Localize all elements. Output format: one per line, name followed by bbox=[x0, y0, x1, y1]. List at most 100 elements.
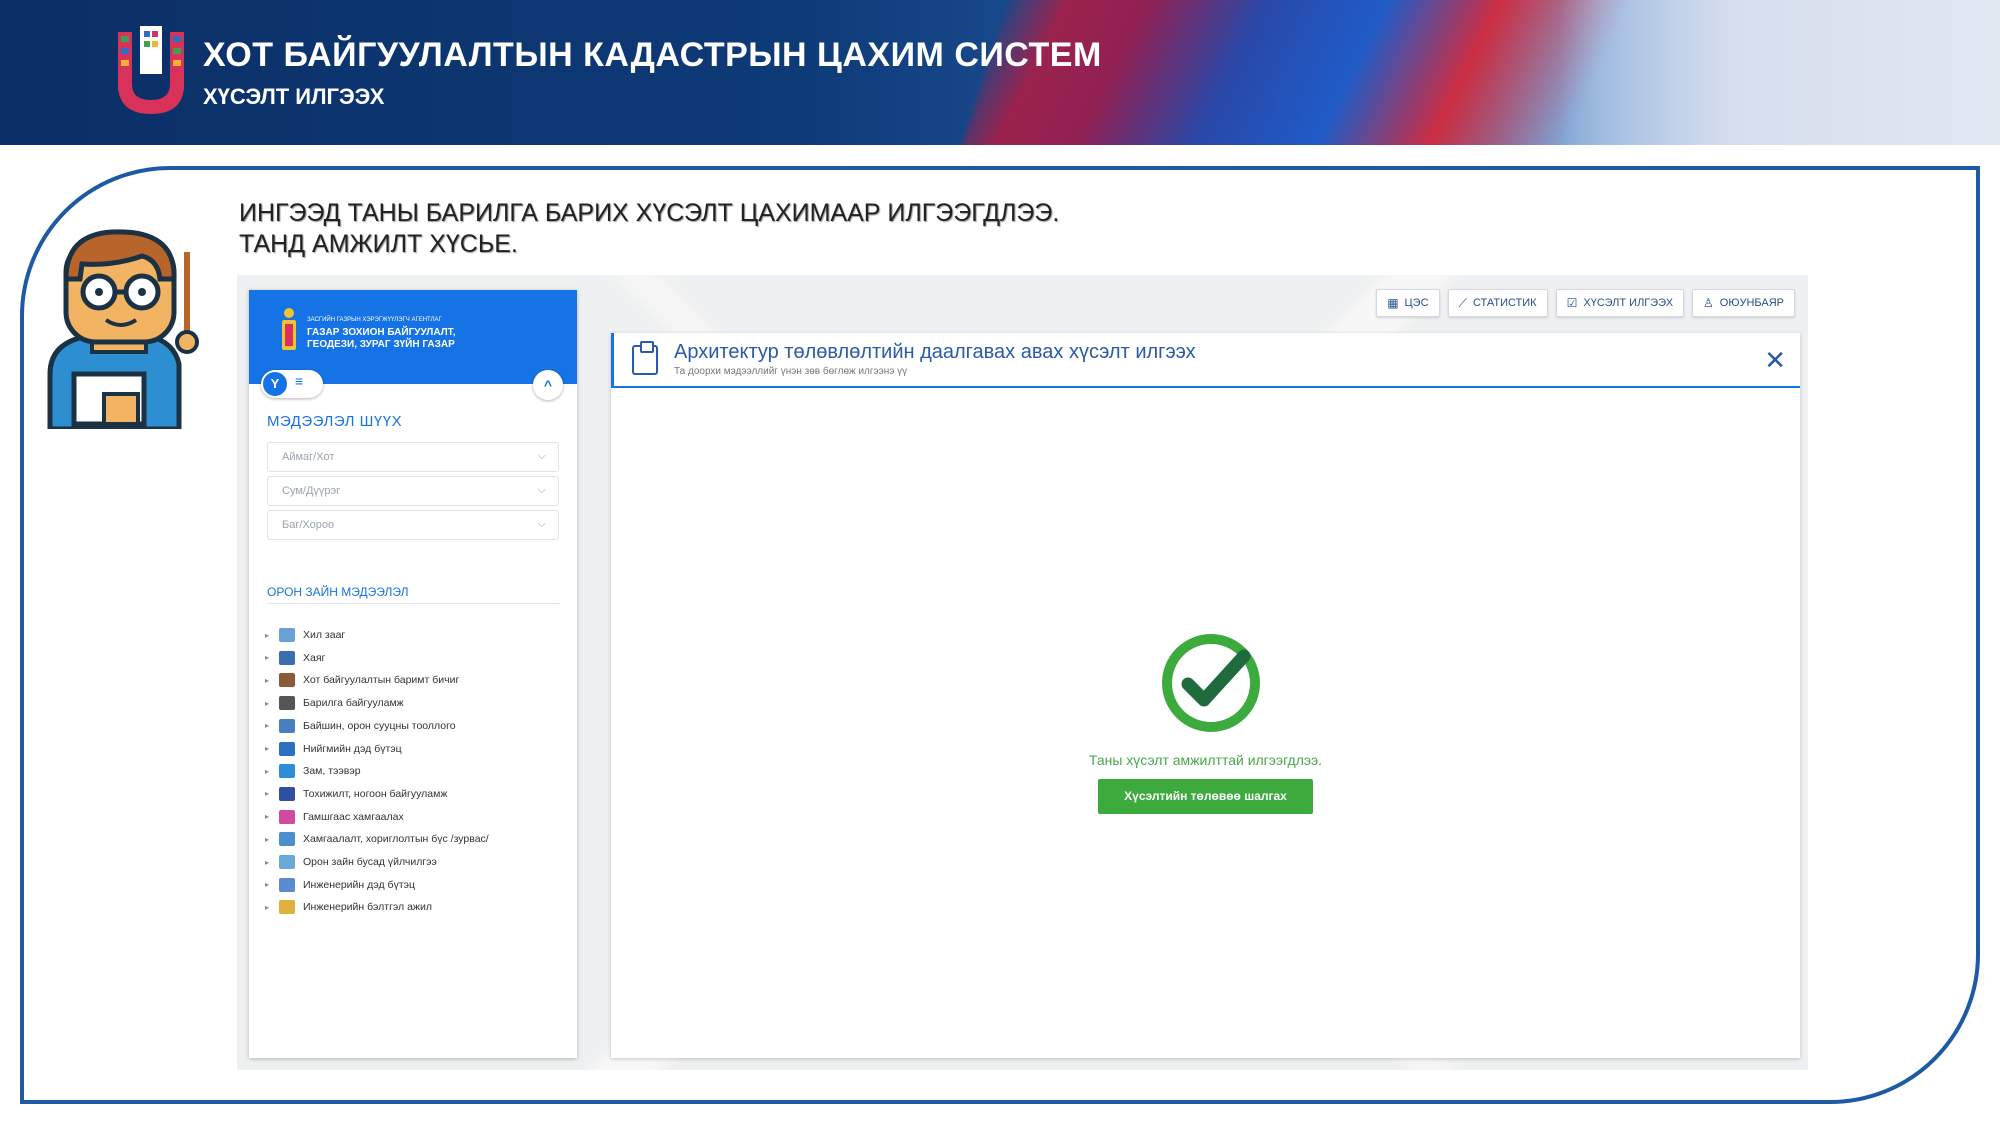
user-button-label: ОЮУНБАЯР bbox=[1719, 297, 1784, 309]
user-icon: ♙ bbox=[1703, 296, 1714, 310]
filter-section-title: МЭДЭЭЛЭЛ ШҮҮХ bbox=[267, 413, 403, 430]
layer-item[interactable]: ▸ Инженерийн дэд бүтэц bbox=[265, 875, 415, 895]
expand-arrow-icon[interactable]: ▸ bbox=[265, 699, 279, 708]
checkbox-icon: ☑ bbox=[1566, 296, 1578, 310]
province-select[interactable]: Аймаг/Хот ⌵ bbox=[267, 442, 559, 472]
layer-icon bbox=[279, 628, 295, 642]
app-screenshot: ▦ ЦЭС ⟋ СТАТИСТИК ☑ ХҮСЭЛТ ИЛГЭЭХ ♙ ОЮУН… bbox=[237, 275, 1808, 1070]
layer-label: Барилга байгууламж bbox=[303, 697, 404, 710]
send-request-button-label: ХҮСЭЛТ ИЛГЭЭХ bbox=[1583, 297, 1674, 309]
layer-label: Нийгмийн дэд бүтэц bbox=[303, 742, 402, 755]
layers-section-title: ОРОН ЗАЙН МЭДЭЭЛЭЛ bbox=[267, 585, 409, 599]
layer-icon bbox=[279, 741, 295, 756]
layer-icon bbox=[279, 855, 295, 869]
layer-item[interactable]: ▸ Байшин, орон сууцны тооллого bbox=[265, 716, 456, 736]
layer-icon bbox=[279, 718, 295, 733]
chevron-down-icon: ⌵ bbox=[537, 518, 546, 530]
expand-arrow-icon[interactable]: ▸ bbox=[265, 744, 279, 753]
layer-item[interactable]: ▸ Инженерийн бэлтгэл ажил bbox=[265, 897, 432, 917]
message-line-1: ИНГЭЭД ТАНЫ БАРИЛГА БАРИХ ХҮСЭЛТ ЦАХИМАА… bbox=[239, 199, 1060, 227]
district-select[interactable]: Сум/Дүүрэг ⌵ bbox=[267, 476, 559, 506]
teacher-icon bbox=[47, 229, 199, 429]
expand-arrow-icon[interactable]: ▸ bbox=[265, 721, 279, 730]
layer-label: Орон зайн бусад үйлчилгээ bbox=[303, 856, 437, 868]
flag-fade bbox=[1560, 0, 2000, 145]
expand-arrow-icon[interactable]: ▸ bbox=[265, 812, 279, 821]
layer-item[interactable]: ▸ Гамшгаас хамгаалах bbox=[265, 807, 404, 827]
expand-arrow-icon[interactable]: ▸ bbox=[265, 653, 279, 662]
menu-button[interactable]: ▦ ЦЭС bbox=[1376, 289, 1440, 317]
layer-label: Тохижилт, ногоон байгууламж bbox=[303, 787, 448, 800]
chart-icon: ⟋ bbox=[1458, 295, 1467, 310]
layer-icon bbox=[279, 809, 295, 824]
expand-arrow-icon[interactable]: ▸ bbox=[265, 789, 279, 798]
layer-icon bbox=[279, 673, 295, 688]
agency-label: ЗАСГИЙН ГАЗРЫН ХЭРЭГЖҮҮЛЭГЧ АГЕНТЛАГ bbox=[307, 317, 442, 323]
header-banner: ХОТ БАЙГУУЛАЛТЫН КАДАСТРЫН ЦАХИМ СИСТЕМ … bbox=[0, 0, 2000, 145]
chevron-up-icon: ^ bbox=[543, 377, 553, 393]
message-line-2: ТАНД АМЖИЛТ ХҮСЬЕ. bbox=[239, 230, 518, 258]
expand-arrow-icon[interactable]: ▸ bbox=[265, 767, 279, 776]
province-select-value: Аймаг/Хот bbox=[282, 451, 335, 463]
layer-item[interactable]: ▸ Зам, тээвэр bbox=[265, 761, 361, 781]
layer-label: Зам, тээвэр bbox=[303, 765, 361, 778]
layer-item[interactable]: ▸ Хот байгуулалтын баримт бичиг bbox=[265, 670, 459, 690]
success-message: ИНГЭЭД ТАНЫ БАРИЛГА БАРИХ ХҮСЭЛТ ЦАХИМАА… bbox=[239, 198, 1059, 260]
success-check-icon bbox=[1162, 634, 1260, 732]
list-icon[interactable]: ≡ bbox=[295, 373, 303, 389]
panel-header: Архитектур төлөвлөлтийн даалгавах авах х… bbox=[611, 333, 1800, 388]
banner-subtitle: ХҮСЭЛТ ИЛГЭЭХ bbox=[203, 84, 385, 109]
statistics-button[interactable]: ⟋ СТАТИСТИК bbox=[1447, 289, 1548, 317]
layer-item[interactable]: ▸ Орон зайн бусад үйлчилгээ bbox=[265, 852, 437, 872]
layer-icon bbox=[279, 786, 295, 801]
layer-label: Хот байгуулалтын баримт бичиг bbox=[303, 674, 460, 687]
panel-subtitle: Та доорхи мэдээллийг үнэн зөв бөглөж илг… bbox=[674, 366, 908, 377]
grid-icon: ▦ bbox=[1387, 296, 1399, 310]
layer-item[interactable]: ▸ Хамгаалалт, хориглолтын бүс /зурвас/ bbox=[265, 829, 489, 849]
sidebar: ЗАСГИЙН ГАЗРЫН ХЭРЭГЖҮҮЛЭГЧ АГЕНТЛАГ ГАЗ… bbox=[249, 290, 577, 1058]
user-button[interactable]: ♙ ОЮУНБАЯР bbox=[1692, 289, 1795, 317]
khoroo-select[interactable]: Баг/Хороо ⌵ bbox=[267, 510, 559, 540]
request-panel: Архитектур төлөвлөлтийн даалгавах авах х… bbox=[611, 333, 1800, 1058]
filter-icon[interactable]: Y bbox=[263, 372, 287, 396]
check-status-button[interactable]: Хүсэлтийн төлөвөө шалгах bbox=[1098, 779, 1313, 814]
layer-label: Инженерийн бэлтгэл ажил bbox=[303, 901, 432, 914]
layer-item[interactable]: ▸ Барилга байгууламж bbox=[265, 693, 404, 713]
send-request-button[interactable]: ☑ ХҮСЭЛТ ИЛГЭЭХ bbox=[1555, 289, 1685, 317]
layer-item[interactable]: ▸ Тохижилт, ногоон байгууламж bbox=[265, 784, 447, 804]
district-select-value: Сум/Дүүрэг bbox=[282, 485, 341, 497]
statistics-button-label: СТАТИСТИК bbox=[1472, 297, 1537, 309]
layer-label: Инженерийн дэд бүтэц bbox=[303, 878, 415, 891]
close-icon[interactable]: ✕ bbox=[1764, 345, 1786, 376]
menu-button-label: ЦЭС bbox=[1404, 297, 1429, 309]
clipboard-icon bbox=[632, 341, 658, 375]
collapse-button[interactable]: ^ bbox=[533, 370, 563, 400]
layer-item[interactable]: ▸ Нийгмийн дэд бүтэц bbox=[265, 739, 402, 759]
system-logo-icon bbox=[118, 26, 184, 114]
divider bbox=[267, 603, 559, 604]
organization-name-line-2: ГЕОДЕЗИ, ЗУРАГ ЗҮЙН ГАЗАР bbox=[307, 339, 455, 350]
layer-icon bbox=[279, 832, 295, 847]
layer-icon bbox=[279, 900, 295, 915]
sidebar-header: ЗАСГИЙН ГАЗРЫН ХЭРЭГЖҮҮЛЭГЧ АГЕНТЛАГ ГАЗ… bbox=[249, 290, 577, 400]
chevron-down-icon: ⌵ bbox=[537, 450, 546, 462]
layer-label: Хамгаалалт, хориглолтын бүс /зурвас/ bbox=[303, 833, 489, 846]
layer-item[interactable]: ▸ Хил зааг bbox=[265, 625, 345, 645]
expand-arrow-icon[interactable]: ▸ bbox=[265, 835, 279, 844]
layer-item[interactable]: ▸ Хаяг bbox=[265, 648, 325, 668]
expand-arrow-icon[interactable]: ▸ bbox=[265, 858, 279, 867]
emblem-icon bbox=[282, 308, 296, 350]
organization-name-line-1: ГАЗАР ЗОХИОН БАЙГУУЛАЛТ, bbox=[307, 327, 456, 338]
expand-arrow-icon[interactable]: ▸ bbox=[265, 676, 279, 685]
expand-arrow-icon[interactable]: ▸ bbox=[265, 880, 279, 889]
layer-label: Гамшгаас хамгаалах bbox=[303, 810, 404, 823]
panel-title: Архитектур төлөвлөлтийн даалгавах авах х… bbox=[674, 341, 1196, 363]
layer-label: Байшин, орон сууцны тооллого bbox=[303, 719, 456, 732]
layer-icon bbox=[279, 650, 295, 665]
expand-arrow-icon[interactable]: ▸ bbox=[265, 903, 279, 912]
expand-arrow-icon[interactable]: ▸ bbox=[265, 631, 279, 640]
layer-icon bbox=[279, 764, 295, 779]
success-text: Таны хүсэлт амжилттай илгээгдлээ. bbox=[1088, 752, 1323, 768]
view-toggle[interactable]: Y ≡ bbox=[261, 370, 323, 398]
layer-icon bbox=[279, 877, 295, 892]
